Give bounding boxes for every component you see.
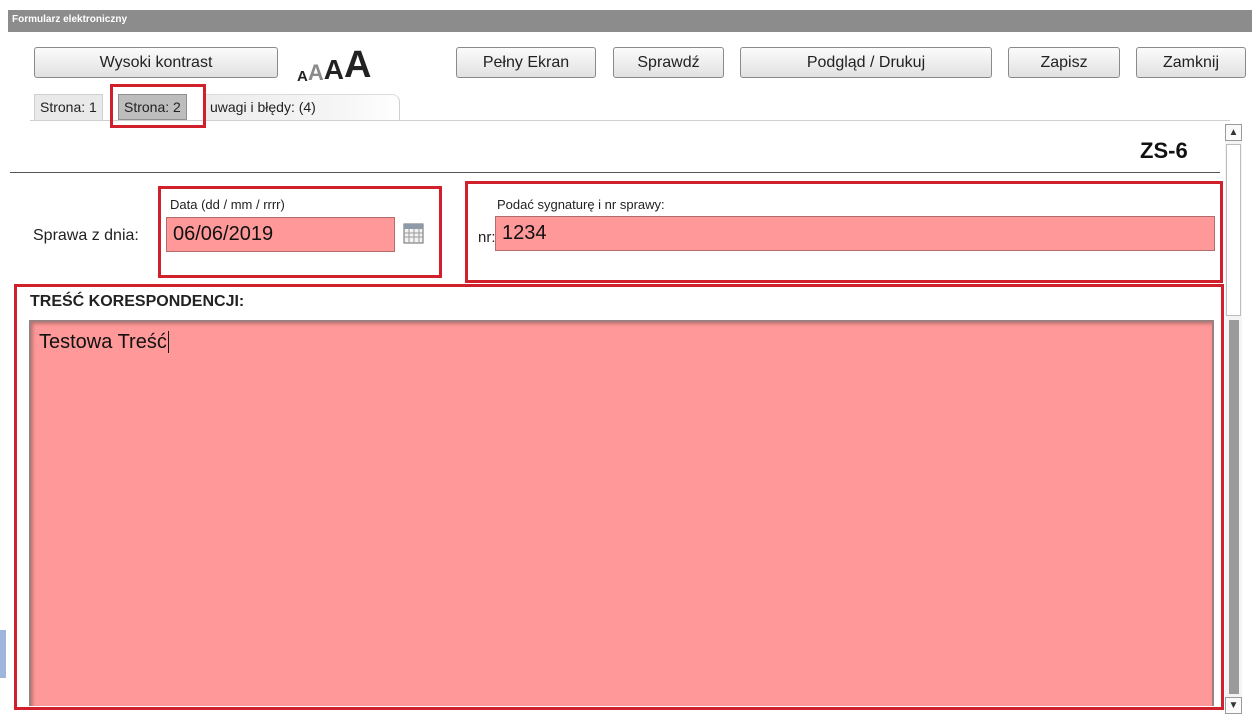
font-size-selector: A A A A: [297, 44, 371, 84]
header-divider: [10, 172, 1220, 173]
tab-page-2[interactable]: Strona: 2: [118, 94, 187, 120]
preview-print-button[interactable]: Podgląd / Drukuj: [740, 47, 992, 78]
tab-notes-errors[interactable]: uwagi i błędy: (4): [205, 94, 400, 120]
scroll-up-icon[interactable]: ▲: [1225, 124, 1242, 141]
side-marker: [0, 630, 6, 678]
form-code: ZS-6: [1140, 138, 1188, 163]
font-size-xlarge-button[interactable]: A: [344, 46, 371, 84]
calendar-icon[interactable]: [403, 223, 424, 244]
scroll-down-icon[interactable]: ▼: [1225, 697, 1242, 714]
check-button[interactable]: Sprawdź: [613, 47, 724, 78]
scrollbar-track[interactable]: [1229, 320, 1239, 694]
correspondence-label: TREŚĆ KORESPONDENCJI:: [30, 293, 245, 310]
font-size-large-button[interactable]: A: [324, 56, 344, 84]
correspondence-text: Testowa Treść: [39, 331, 167, 353]
window-titlebar: Formularz elektroniczny: [8, 10, 1252, 32]
close-button[interactable]: Zamknij: [1136, 47, 1246, 78]
save-button[interactable]: Zapisz: [1008, 47, 1120, 78]
date-format-hint: Data (dd / mm / rrrr): [170, 197, 285, 212]
correspondence-textarea[interactable]: Testowa Treść: [29, 320, 1214, 706]
scrollbar-thumb[interactable]: [1226, 144, 1241, 316]
signature-input[interactable]: 1234: [495, 216, 1215, 251]
font-size-medium-button[interactable]: A: [308, 62, 324, 84]
full-screen-button[interactable]: Pełny Ekran: [456, 47, 596, 78]
font-size-small-button[interactable]: A: [297, 69, 308, 84]
case-date-input[interactable]: 06/06/2019: [166, 217, 395, 252]
signature-hint: Podać sygnaturę i nr sprawy:: [497, 197, 665, 212]
text-cursor: [167, 331, 169, 353]
tab-page-1[interactable]: Strona: 1: [34, 94, 103, 120]
case-date-label: Sprawa z dnia:: [33, 227, 139, 244]
high-contrast-button[interactable]: Wysoki kontrast: [34, 47, 278, 78]
window-title: Formularz elektroniczny: [12, 14, 128, 25]
tab-divider: [30, 120, 1230, 121]
vertical-scrollbar[interactable]: ▲ ▼: [1225, 124, 1242, 714]
nr-label: nr:: [478, 229, 496, 246]
